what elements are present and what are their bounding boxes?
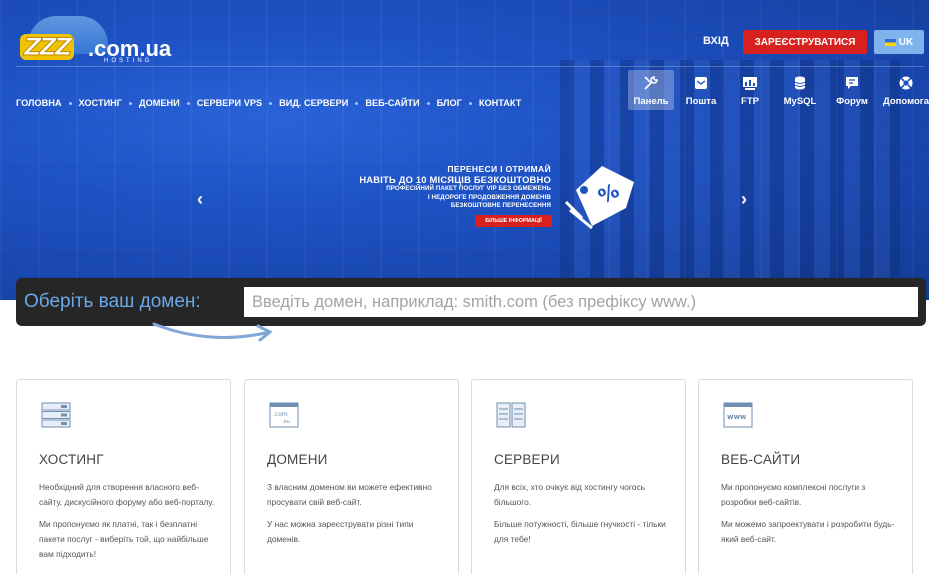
card-domains[interactable]: .com .eu ДОМЕНИ З власним доменом ви мож… — [244, 379, 459, 574]
tool-label: Форум — [836, 96, 868, 107]
card-paragraph: Для всіх, хто очікує від хостингу чогось… — [494, 482, 645, 507]
ukraine-flag-icon — [884, 38, 896, 46]
card-description: Для всіх, хто очікує від хостингу чогось… — [494, 480, 674, 554]
tool-forum[interactable]: Форум — [828, 70, 876, 110]
card-description: Необхідний для створення власного веб-са… — [39, 480, 219, 569]
tool-mail[interactable]: Пошта — [674, 70, 728, 110]
nav-separator — [68, 101, 72, 105]
lifebuoy-icon — [899, 76, 913, 90]
tools-icon — [644, 76, 658, 90]
card-description: З власним доменом ви можете ефективно пр… — [267, 480, 447, 554]
card-servers[interactable]: СЕРВЕРИ Для всіх, хто очікує від хостинг… — [471, 379, 686, 574]
main-nav: ГОЛОВНА ХОСТИНГ ДОМЕНИ СЕРВЕРИ VPS ВИД. … — [16, 98, 521, 108]
banner-text: ПЕРЕНЕСИ І ОТРИМАЙ НАВІТЬ ДО 10 МІСЯЦІВ … — [359, 164, 551, 211]
card-paragraph: Ми пропонуємо як платні, так і безплатні… — [39, 519, 209, 559]
percent-tag-icon: % — [564, 166, 634, 230]
mail-icon — [695, 77, 707, 89]
nav-item-dedicated[interactable]: ВИД. СЕРВЕРИ — [279, 98, 348, 108]
www-icon-text: www — [727, 413, 747, 421]
tool-label: Панель — [633, 96, 669, 107]
login-link[interactable]: ВХІД — [703, 35, 729, 47]
site-logo[interactable]: ZZZ .com.ua HOSTING — [18, 16, 171, 64]
banner-line-5: БЕЗКОШТОВНЕ ПЕРЕНЕСЕННЯ — [450, 202, 551, 209]
tool-ftp[interactable]: FTP — [728, 70, 772, 110]
nav-separator — [269, 101, 273, 105]
slider-prev-arrow[interactable]: ‹ — [197, 189, 203, 210]
nav-separator — [129, 101, 133, 105]
nav-separator — [468, 101, 472, 105]
servers-icon — [496, 402, 526, 428]
domain-search-label: Оберіть ваш домен: — [24, 291, 201, 312]
banner-line-1: ПЕРЕНЕСИ І ОТРИМАЙ — [447, 164, 551, 174]
card-description: Ми пропонуємо комплексні послуги з розро… — [721, 480, 901, 554]
nav-item-blog[interactable]: БЛОГ — [437, 98, 462, 108]
nav-item-domains[interactable]: ДОМЕНИ — [139, 98, 180, 108]
page: ZZZ .com.ua HOSTING ВХІД ЗАРЕЄСТРУВАТИСЯ… — [0, 0, 929, 574]
domain-icon-text: .eu — [282, 419, 290, 425]
nav-separator — [186, 101, 190, 105]
tool-label: Допомога — [882, 96, 929, 107]
server-rack-icon — [41, 402, 71, 428]
hero-banner: ZZZ .com.ua HOSTING ВХІД ЗАРЕЄСТРУВАТИСЯ… — [0, 0, 929, 300]
tools-bar: Панель Пошта FTP MySQL Форум Допомога — [628, 70, 929, 110]
banner-line-2: НАВІТЬ ДО 10 МІСЯЦІВ БЕЗКОШТОВНО — [359, 174, 551, 185]
card-title: ХОСТИНГ — [39, 452, 104, 467]
banner-more-button[interactable]: БІЛЬШЕ ІНФОРМАЦІЇ — [475, 215, 552, 227]
chat-icon — [846, 77, 858, 89]
tool-panel[interactable]: Панель — [628, 70, 674, 110]
banner-line-4: І НЕДОРОГЕ ПРОДОВЖЕННЯ ДОМЕНІВ — [427, 193, 551, 201]
tool-mysql[interactable]: MySQL — [772, 70, 828, 110]
card-paragraph: З власним доменом ви можете ефективно пр… — [267, 482, 432, 507]
header-divider — [16, 66, 924, 67]
nav-separator — [355, 101, 359, 105]
tool-help[interactable]: Допомога — [876, 70, 929, 110]
nav-item-websites[interactable]: ВЕБ-САЙТИ — [365, 98, 419, 108]
domain-window-icon: .com .eu — [269, 402, 299, 428]
ftp-icon — [743, 77, 757, 90]
card-title: СЕРВЕРИ — [494, 452, 560, 467]
register-button[interactable]: ЗАРЕЄСТРУВАТИСЯ — [743, 30, 867, 54]
logo-main: ZZZ — [20, 34, 75, 61]
tool-label: MySQL — [783, 96, 817, 107]
nav-separator — [426, 101, 430, 105]
swoosh-arrow-icon — [152, 322, 273, 342]
slider-next-arrow[interactable]: › — [741, 189, 747, 210]
domain-icon-text: .com — [273, 411, 288, 418]
card-title: ВЕБ-САЙТИ — [721, 452, 801, 467]
card-paragraph: Ми можемо запроектувати і розробити будь… — [721, 519, 895, 544]
card-paragraph: У нас можна зареєструвати різні типи дом… — [267, 519, 414, 544]
card-paragraph: Ми пропонуємо комплексні послуги з розро… — [721, 482, 866, 507]
logo-sub: HOSTING — [104, 58, 153, 64]
nav-item-hosting[interactable]: ХОСТИНГ — [79, 98, 123, 108]
nav-item-vps[interactable]: СЕРВЕРИ VPS — [197, 98, 262, 108]
tool-label: Пошта — [685, 96, 717, 107]
card-hosting[interactable]: ХОСТИНГ Необхідний для створення власног… — [16, 379, 231, 574]
card-paragraph: Більше потужності, більше гнучкості - ті… — [494, 519, 666, 544]
language-button[interactable]: UK — [874, 30, 924, 54]
www-window-icon: www — [723, 402, 753, 428]
banner-line-3: ПРОФЕСІЙНИЙ ПАКЕТ ПОСЛУГ VIP БЕЗ ОБМЕЖЕН… — [386, 185, 551, 192]
tool-label: FTP — [741, 96, 759, 107]
database-icon — [794, 76, 806, 90]
card-websites[interactable]: www ВЕБ-САЙТИ Ми пропонуємо комплексні п… — [698, 379, 913, 574]
nav-item-home[interactable]: ГОЛОВНА — [16, 98, 62, 108]
language-label: UK — [898, 36, 914, 48]
nav-item-contact[interactable]: КОНТАКТ — [479, 98, 522, 108]
domain-search-input[interactable] — [244, 287, 918, 317]
card-paragraph: Необхідний для створення власного веб-са… — [39, 482, 215, 507]
card-title: ДОМЕНИ — [267, 452, 328, 467]
